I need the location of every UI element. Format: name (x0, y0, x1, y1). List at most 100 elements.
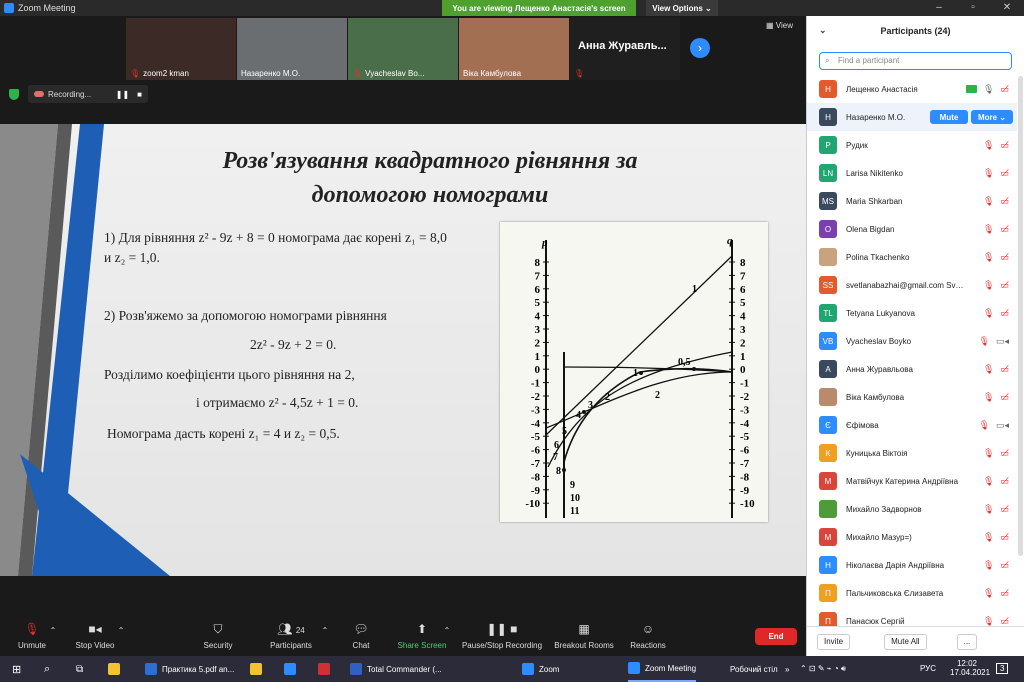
view-button[interactable]: ▦ View (766, 21, 793, 30)
mute-participant-button[interactable]: Mute (930, 110, 968, 124)
video-tile[interactable]: Назаренко М.О. (237, 18, 347, 80)
task-view-button[interactable]: ⧉ (76, 656, 83, 682)
unmute-button[interactable]: 🎙︎ Unmute (14, 622, 50, 650)
search-button[interactable]: ⌕ (44, 656, 50, 682)
breakout-rooms-label: Breakout Rooms (554, 641, 614, 650)
view-options-label: View Options (652, 3, 703, 13)
participant-row[interactable]: Віка Камбулова 🎙︎ ▭̸ (807, 383, 1017, 411)
taskbar-app-button[interactable]: Zoom (522, 656, 559, 682)
participant-row[interactable]: М Матвійчук Катерина Андріївна 🎙︎ ▭̸ (807, 467, 1017, 495)
participant-row[interactable]: Н Лещенко Анастасія 🎙︎ ▭̸ (807, 75, 1017, 103)
participants-label: Participants (270, 641, 312, 650)
participant-row[interactable]: К Куницька Віктоія 🎙︎ ▭̸ (807, 439, 1017, 467)
chat-button[interactable]: 💬︎ Chat (344, 622, 378, 650)
participant-row[interactable]: Михайло Задворнов 🎙︎ ▭̸ (807, 495, 1017, 523)
security-button[interactable]: ⛉ Security (198, 622, 238, 650)
smiley-icon: ☺ (641, 622, 655, 636)
curve-label: 10 (570, 493, 580, 504)
reactions-button[interactable]: ☺ Reactions (628, 622, 668, 650)
mic-off-icon: 🎙︎ (24, 622, 40, 636)
start-button[interactable]: ⊞ (12, 656, 21, 682)
end-meeting-button[interactable]: End (755, 628, 797, 645)
participant-name: Olena Bigdan (846, 224, 895, 234)
more-options-button[interactable]: ... (956, 633, 978, 650)
clock[interactable]: 12:02 17.04.2021 (950, 659, 991, 677)
video-tile[interactable]: Анна Журавль... 🎙︎ (570, 18, 680, 80)
minimize-button[interactable]: – (922, 0, 956, 16)
pause-stop-recording-button[interactable]: ❚❚ ■ Pause/Stop Recording (458, 622, 546, 650)
participant-row[interactable]: MS Maria Shkarban 🎙︎ ▭̸ (807, 187, 1017, 215)
slide-text: 2z² - 9z + 2 = 0. (250, 337, 337, 352)
participant-row[interactable]: LN Larisa Nikitenko 🎙︎ ▭̸ (807, 159, 1017, 187)
axis-tick-label: 2 (740, 337, 746, 349)
participant-row[interactable]: Р Рудик 🎙︎ ▭̸ (807, 131, 1017, 159)
breakout-rooms-button[interactable]: ▦ Breakout Rooms (552, 622, 616, 650)
taskbar-app-label: Zoom Meeting (645, 663, 697, 673)
video-options-chevron[interactable]: ⌃ (116, 626, 126, 635)
participant-row[interactable]: O Olena Bigdan 🎙︎ ▭̸ (807, 215, 1017, 243)
participant-row[interactable]: П Пальчиковська Єлизавета 🎙︎ ▭̸ (807, 579, 1017, 607)
mic-off-icon: 🎙︎ (983, 476, 995, 486)
video-tile[interactable]: 🎙︎ zoom2 kman (126, 18, 236, 80)
participant-row[interactable]: Є Єфімова 🎙︎ ▭◂ (807, 411, 1017, 439)
desktop-toolbar[interactable]: Робочий стіл » (730, 656, 789, 682)
participant-row[interactable]: TL Tetyana Lukyanova 🎙︎ ▭̸ (807, 299, 1017, 327)
participant-row[interactable]: VB Vyacheslav Boyko 🎙︎ ▭◂ (807, 327, 1017, 355)
participant-status-icons: 🎙︎ ▭̸ (983, 364, 1009, 375)
participants-button[interactable]: 👥︎ 24 Participants (266, 622, 316, 650)
participants-chevron[interactable]: ⌃ (320, 626, 330, 635)
collapse-chevron-icon[interactable]: ⌄ (819, 25, 827, 36)
mic-icon: 🎙︎ (983, 84, 995, 94)
participant-search-input[interactable]: Find a participant (819, 52, 1012, 70)
pause-icon[interactable]: ❚❚ (116, 90, 129, 99)
close-button[interactable]: ✕ (990, 0, 1024, 16)
taskbar-app-button[interactable] (284, 656, 301, 682)
mic-off-icon: 🎙︎ (983, 532, 995, 542)
axis-tick-label: -1 (740, 378, 749, 390)
participant-row[interactable]: SS svetlanabazhai@gmail.com Svet... 🎙︎ ▭̸ (807, 271, 1017, 299)
participant-row[interactable]: Polina Tkachenko 🎙︎ ▭̸ (807, 243, 1017, 271)
participant-row[interactable]: Н Ніколаєва Дарія Андріївна 🎙︎ ▭̸ (807, 551, 1017, 579)
tray-icons[interactable]: ⌃ ⊡ ✎ ⌁ ◔ 🔊︎ (800, 664, 846, 674)
participant-name: Віка Камбулова (846, 392, 905, 402)
participant-name: Михайло Задворнов (846, 504, 922, 514)
axis-tick-label: 8 (740, 257, 746, 269)
avatar: Н (819, 80, 837, 98)
participants-footer: Invite Mute All ... (807, 626, 1024, 656)
view-options-button[interactable]: View Options ⌄ (646, 0, 718, 16)
taskbar-app-button[interactable]: Практика 5.pdf an... (145, 656, 234, 682)
more-participant-button[interactable]: More ⌄ (971, 110, 1013, 124)
panel-scrollbar[interactable] (1018, 76, 1023, 556)
desktop-label: Робочий стіл (730, 664, 778, 674)
invite-button[interactable]: Invite (817, 633, 851, 650)
maximize-button[interactable]: ▫ (956, 0, 990, 16)
participants-icon: 👥︎ 24 (277, 622, 305, 636)
taskbar-app-button[interactable] (318, 656, 335, 682)
participant-row[interactable]: А Анна Журавльова 🎙︎ ▭̸ (807, 355, 1017, 383)
curve-label: 8 (556, 466, 561, 477)
clock-date: 17.04.2021 (950, 668, 991, 677)
participant-name: Пальчиковська Єлизавета (846, 588, 944, 598)
share-screen-button[interactable]: ⬆︎ Share Screen (396, 622, 448, 650)
share-options-chevron[interactable]: ⌃ (442, 626, 452, 635)
language-indicator[interactable]: РУС (920, 664, 936, 673)
stop-video-button[interactable]: ■◂ Stop Video (72, 622, 118, 650)
file-explorer-button[interactable] (108, 656, 120, 682)
audio-options-chevron[interactable]: ⌃ (48, 626, 58, 635)
next-page-button[interactable]: › (690, 38, 710, 58)
taskbar-app-button[interactable]: Zoom Meeting (628, 656, 697, 682)
notifications-button[interactable]: 3 (996, 663, 1009, 674)
participant-row[interactable]: Н Назаренко М.О. Mute More ⌄ (807, 103, 1017, 131)
mute-all-button[interactable]: Mute All (884, 633, 927, 650)
participant-status-icons: 🎙︎ ▭̸ (983, 476, 1009, 487)
taskbar-app-button[interactable] (250, 656, 267, 682)
view-label: View (775, 21, 793, 30)
participant-name: svetlanabazhai@gmail.com Svet... (846, 280, 966, 290)
taskbar-app-button[interactable]: Total Commander (... (350, 656, 442, 682)
video-tile[interactable]: Віка Камбулова (459, 18, 569, 80)
shield-icon: ⛉ (213, 622, 223, 636)
participant-row[interactable]: М Михайло Мазур=) 🎙︎ ▭̸ (807, 523, 1017, 551)
video-tile[interactable]: 🎙︎ Vyacheslav Bo... (348, 18, 458, 80)
participant-name: Vyacheslav Boyko (846, 336, 912, 346)
stop-icon[interactable]: ■ (137, 90, 142, 99)
